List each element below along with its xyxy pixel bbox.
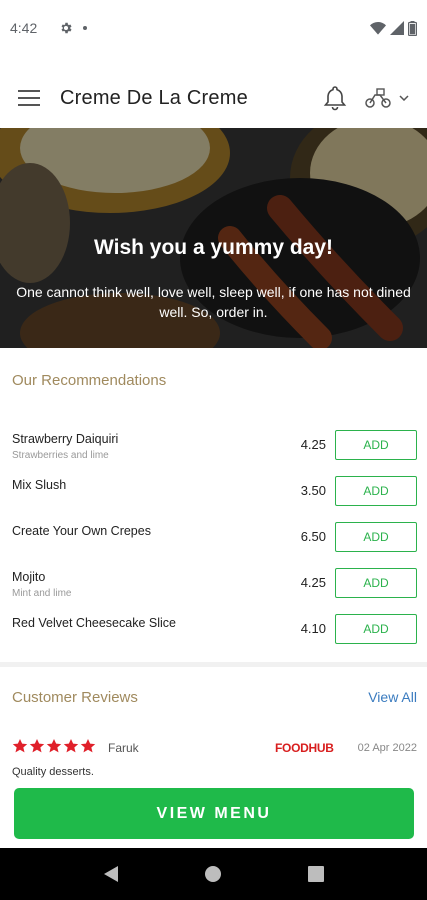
list-item: Mix Slush 3.50 ADD: [0, 472, 427, 516]
system-nav-bar: [0, 848, 427, 900]
add-button[interactable]: ADD: [335, 522, 417, 552]
list-item: Create Your Own Crepes 6.50 ADD: [0, 518, 427, 562]
settings-icon: [61, 22, 72, 34]
hamburger-icon: [18, 90, 40, 106]
status-bar: 4:42: [0, 0, 427, 56]
status-time: 4:42: [10, 20, 38, 36]
reviewer-name: Faruk: [108, 741, 139, 755]
rating-stars: [12, 738, 96, 754]
list-item: Mojito Mint and lime 4.25 ADD: [0, 564, 427, 608]
item-price: 4.10: [300, 621, 326, 636]
add-button[interactable]: ADD: [335, 614, 417, 644]
review-source-logo: FOODHUB: [275, 741, 334, 755]
recommendations-title: Our Recommendations: [12, 372, 167, 389]
item-name: Mix Slush: [12, 478, 67, 492]
back-icon[interactable]: [103, 865, 119, 883]
list-item: Red Velvet Cheesecake Slice 4.10 ADD: [0, 610, 427, 654]
review-item: Faruk FOODHUB 02 Apr 2022 Quality desser…: [12, 738, 417, 782]
star-icon: [46, 739, 62, 753]
star-icon: [12, 739, 28, 753]
app-bar: Creme De La Creme: [0, 72, 427, 124]
item-price: 6.50: [300, 529, 326, 544]
notifications-button[interactable]: [323, 85, 347, 111]
menu-button[interactable]: [18, 90, 40, 106]
item-name: Create Your Own Crepes: [12, 524, 151, 538]
item-price: 4.25: [300, 437, 326, 452]
recents-icon[interactable]: [308, 866, 325, 882]
view-menu-button[interactable]: VIEW MENU: [14, 788, 414, 839]
item-description: Mint and lime: [12, 588, 72, 599]
item-description: Strawberries and lime: [12, 450, 109, 461]
battery-icon: [408, 20, 417, 36]
review-date: 02 Apr 2022: [357, 742, 417, 754]
item-name: Strawberry Daiquiri: [12, 432, 119, 446]
hero-heading: Wish you a yummy day!: [93, 236, 334, 259]
wifi-icon: [370, 22, 386, 35]
home-icon[interactable]: [204, 865, 222, 883]
hero-subtext: One cannot think well, love well, sleep …: [16, 284, 411, 320]
item-price: 3.50: [300, 483, 326, 498]
item-name: Mojito: [12, 570, 46, 584]
item-price: 4.25: [300, 575, 326, 590]
bell-icon: [323, 86, 347, 111]
item-name: Red Velvet Cheesecake Slice: [12, 616, 176, 630]
reviews-title: Customer Reviews: [12, 689, 138, 706]
restaurant-title: Creme De La Creme: [60, 86, 248, 109]
star-icon: [63, 739, 79, 753]
star-icon: [29, 739, 45, 753]
add-button[interactable]: ADD: [335, 476, 417, 506]
hero-banner: Wish you a yummy day! One cannot think w…: [0, 128, 427, 348]
chevron-down-icon: [399, 95, 409, 101]
view-all-link[interactable]: View All: [368, 689, 417, 705]
review-text: Quality desserts.: [12, 766, 94, 778]
signal-icon: [390, 21, 404, 35]
star-icon: [80, 739, 96, 753]
add-button[interactable]: ADD: [335, 568, 417, 598]
order-mode-selector[interactable]: [365, 88, 409, 108]
notification-dot-icon: [83, 26, 88, 30]
list-item: Strawberry Daiquiri Strawberries and lim…: [0, 426, 427, 470]
add-button[interactable]: ADD: [335, 430, 417, 460]
section-divider: [0, 662, 427, 667]
scooter-icon: [365, 88, 391, 108]
